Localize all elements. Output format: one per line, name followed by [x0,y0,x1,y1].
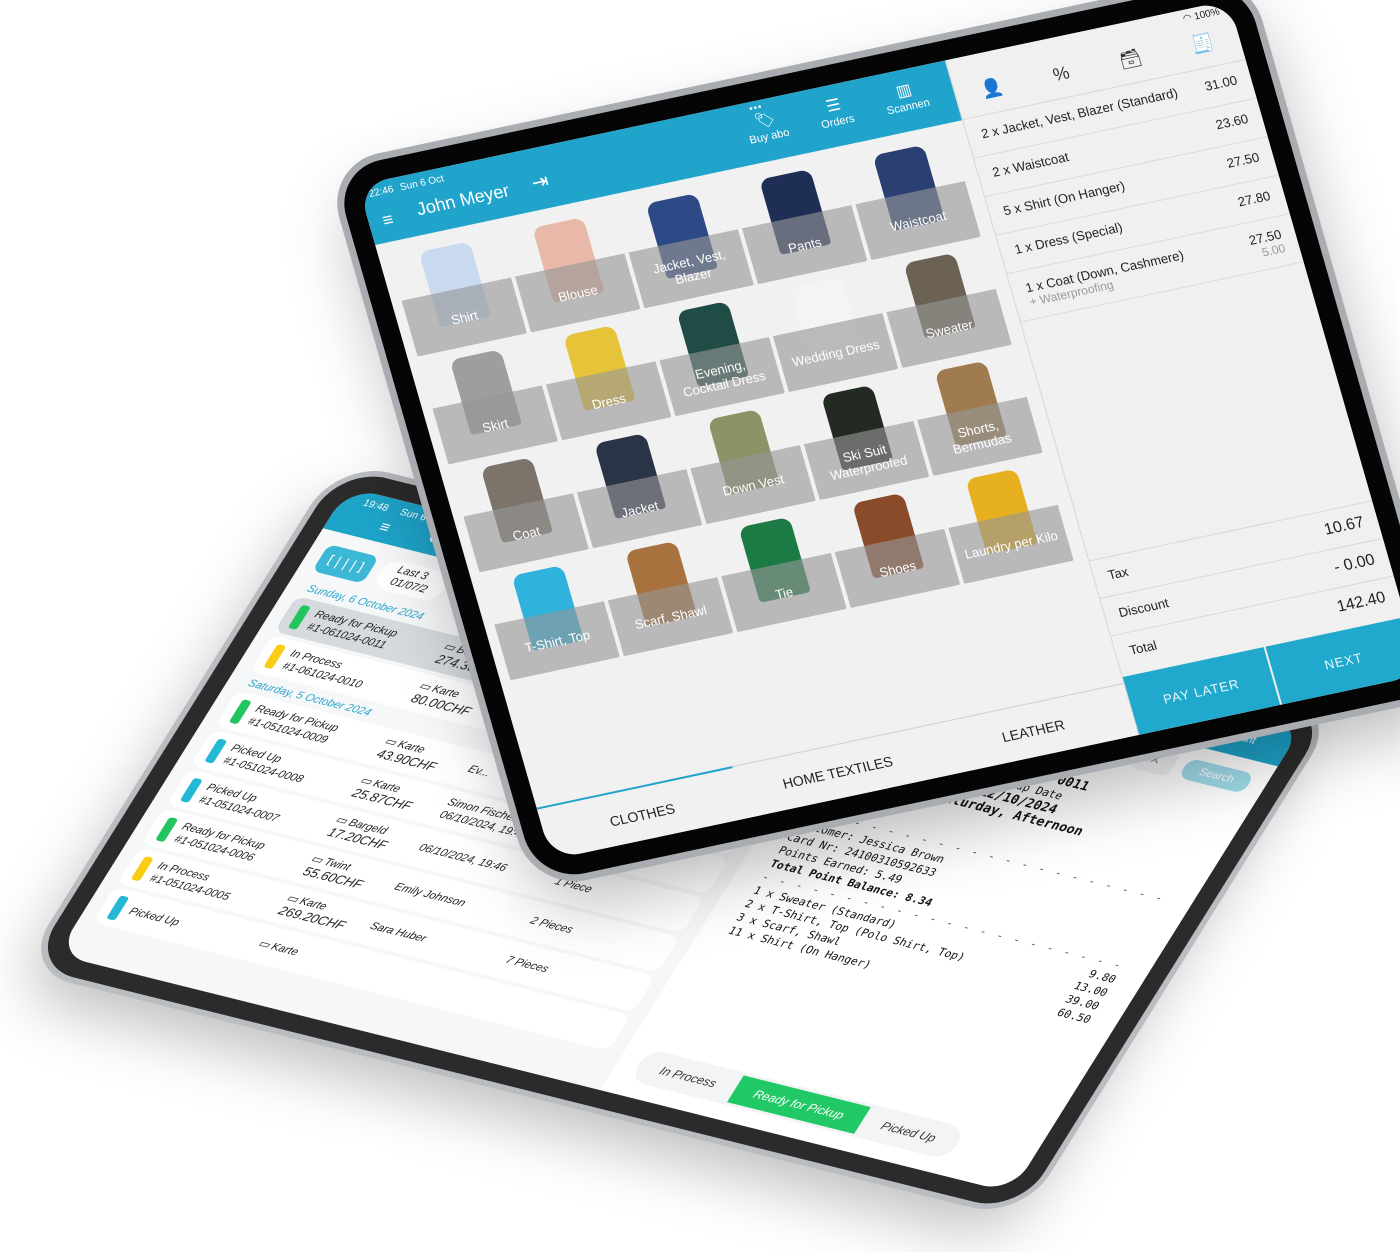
order-customer [346,965,482,999]
garment-tile[interactable]: Waistcoat [842,133,981,261]
garment-label: Shoes [834,528,961,609]
garment-tile[interactable]: Sweater [872,241,1012,369]
garment-tile[interactable]: Laundry per Kilo [934,457,1074,584]
cart-line-amount: 31.00 [1202,72,1239,94]
barcode-scan-button[interactable]: [|||] [312,544,380,584]
cart-line-amount: 27.50 [1225,149,1262,171]
garment-label: T-Shirt, Top [494,601,620,681]
total-value: 142.40 [1335,589,1388,616]
cart-line-amounts: 27.50 [1225,150,1261,171]
add-customer-icon[interactable]: 👤 [978,76,1006,101]
menu-icon[interactable]: ≡ [375,519,394,537]
pickup-timestamp [346,965,482,999]
barcode-icon: [|||] [322,552,369,576]
garment-tile[interactable]: Shorts, Bermudas [903,349,1043,477]
piece-count: 7 Pieces [503,954,551,976]
total-label: Total [1127,637,1159,658]
status-time: 22:46 [367,184,396,200]
status-segment[interactable]: In Process [633,1052,744,1102]
order-payment: ▭ Karte [255,937,350,971]
garment-label: Scarf, Shawl [607,577,734,657]
total-label: Discount [1116,595,1171,621]
garment-label: Tie [721,552,847,633]
total-value: - 0.00 [1332,551,1377,577]
menu-icon[interactable]: ≡ [380,209,396,231]
status-date: Sun 6 Oct [398,173,446,194]
clear-receipt-icon[interactable]: 🧾 [1189,32,1217,57]
total-label: Tax [1106,563,1130,583]
cart-line-text: 2 x Waistcoat [991,149,1071,180]
cart-line-amounts: 27.80 [1236,188,1272,209]
order-status-text: In Process #1-061024-0010 [279,647,373,692]
logout-icon[interactable]: ⇥ [528,168,551,196]
piece-count [482,999,560,1018]
customer-name [346,965,482,999]
cart-line-amount: 27.80 [1236,188,1273,210]
cart-line-label: 2 x Waistcoat [990,149,1071,180]
status-segment[interactable]: Ready for Pickup [726,1075,871,1134]
cart-line-amounts: 27.50 5.00 [1247,227,1287,262]
payment-method-label: Karte [268,941,301,959]
discount-icon[interactable]: % [1051,62,1072,86]
cart-line-amounts: 23.60 [1214,111,1250,132]
close-icon: × [1145,751,1165,769]
order-status-label: Picked Up [126,905,182,929]
cart-line-amount: 23.60 [1213,111,1250,133]
total-value: 10.67 [1322,513,1367,539]
piece-count: 1 Piece [552,875,595,896]
orders-button[interactable]: ☰ Orders [800,90,871,134]
date-range-filter[interactable]: Last 3 01/07/2 [371,558,453,603]
piece-count: 2 Pieces [527,915,576,936]
status-segment[interactable]: Picked Up [854,1107,963,1157]
drawer-icon[interactable]: 🗃 [1116,47,1144,72]
cart-line-amounts: 31.00 [1203,73,1239,94]
payment-method: ▭ Karte [255,937,350,971]
status-time: 19:48 [360,498,391,514]
buy-abo-button[interactable]: 🏷 Buy abo [731,105,802,149]
order-status-text: Picked Up [126,905,182,930]
garment-label: Laundry per Kilo [948,504,1074,584]
scan-button[interactable]: ▥ Scannen [870,75,941,119]
